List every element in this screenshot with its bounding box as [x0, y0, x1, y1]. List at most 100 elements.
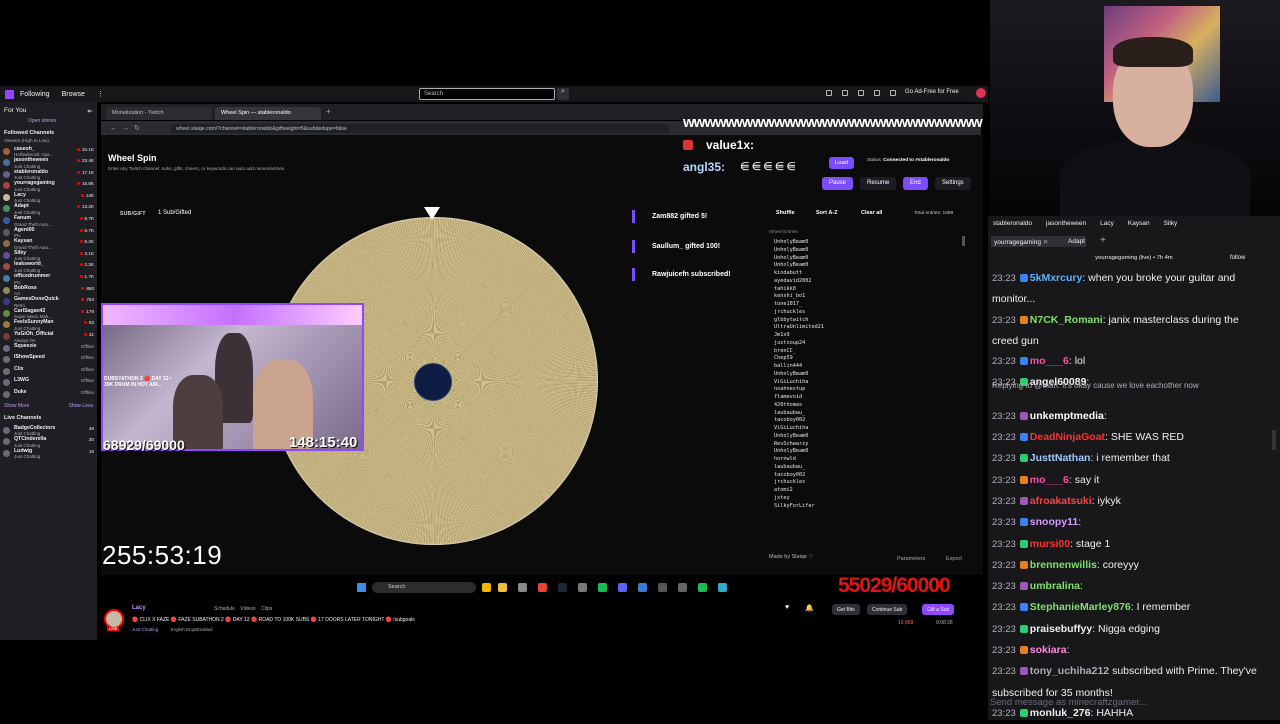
chat-channel-tab[interactable]: jasontheween	[1046, 220, 1086, 227]
sidebar-channel-offline[interactable]: Clix Offline	[0, 365, 97, 377]
chat-username[interactable]: mo___6	[1030, 355, 1069, 367]
new-tab-icon[interactable]: +	[326, 107, 331, 116]
sidebar-channel-offline[interactable]: Duke Offline	[0, 388, 97, 400]
crown-icon[interactable]	[874, 90, 880, 96]
twitch-search-input[interactable]: Search	[419, 88, 555, 100]
sidebar-live-channel[interactable]: Ludwig Just Chatting 16	[0, 447, 97, 459]
sidebar-channel-offline[interactable]: L3WG Offline	[0, 377, 97, 389]
chat-channel-tab[interactable]: Lacy	[1100, 220, 1114, 227]
videos-link[interactable]: Videos	[240, 606, 255, 612]
load-button[interactable]: Load	[829, 157, 854, 169]
search-icon[interactable]: ⌕	[557, 88, 569, 100]
chat-username[interactable]: afroakatsuki	[1030, 495, 1092, 507]
sidebar-live-channel[interactable]: QTCinderella Just Chatting 20	[0, 436, 97, 448]
chat-channel-tab[interactable]: Kaysan	[1128, 220, 1150, 227]
chat-username[interactable]: mursi00	[1030, 538, 1070, 550]
chat-username[interactable]: brennenwillis	[1030, 559, 1097, 571]
export-button[interactable]: Export	[946, 556, 962, 562]
resume-button[interactable]: Resume	[860, 177, 897, 190]
nav-browse[interactable]: Browse	[62, 91, 85, 98]
discord-icon[interactable]	[618, 583, 627, 592]
entries-scrollbar[interactable]	[962, 236, 965, 246]
more-icon[interactable]: ⋮	[97, 90, 104, 98]
sidebar-channel[interactable]: Lacy Just Chatting 14K	[0, 191, 97, 203]
browser-tab-monetization[interactable]: Monetization - Twitch	[106, 107, 212, 120]
chat-username[interactable]: tony_uchiha212	[1030, 665, 1109, 677]
sidebar-channel[interactable]: BobRoss Art 850	[0, 284, 97, 296]
open-stories[interactable]: Open stories	[0, 118, 97, 128]
collapse-icon[interactable]: ⇤	[88, 107, 93, 115]
file-explorer-icon[interactable]	[498, 583, 507, 592]
spotify-icon[interactable]	[698, 583, 707, 592]
chat-username[interactable]: snoopy11	[1030, 516, 1078, 528]
sort-button[interactable]: Sort A-Z	[816, 210, 838, 216]
browser-nav-icons[interactable]: ←→↻	[110, 124, 145, 132]
app-icon[interactable]	[718, 583, 727, 592]
sidebar-channel[interactable]: officedrummer IRL 1.7K	[0, 273, 97, 285]
chrome-icon[interactable]	[538, 583, 547, 592]
streamer-avatar[interactable]	[104, 609, 124, 629]
sidebar-channel[interactable]: CarlSagan42 Super Mario Mak... 179	[0, 307, 97, 319]
show-more-link[interactable]: Show More	[4, 403, 29, 409]
chat-scrollbar[interactable]	[1272, 430, 1276, 450]
settings-button[interactable]: Settings	[935, 177, 971, 190]
app-icon[interactable]	[638, 583, 647, 592]
chat-username[interactable]: sokiara	[1030, 644, 1067, 656]
clear-all-button[interactable]: Clear all	[861, 210, 882, 216]
continue-sub-button[interactable]: Continue Sub	[867, 604, 908, 615]
get-bits-button[interactable]: Get Bits	[832, 604, 860, 615]
shuffle-button[interactable]: Shuffle	[776, 210, 795, 216]
chat-channel-tab[interactable]: stableronaldo	[993, 220, 1032, 227]
chat-username[interactable]: praisebuffyy	[1030, 623, 1092, 635]
sidebar-channel[interactable]: Fanum Grand Theft Auto... 8.7K	[0, 215, 97, 227]
chat-username[interactable]: umbralina	[1030, 580, 1080, 592]
chat-tab-adapt[interactable]: Adapt	[1068, 238, 1085, 245]
streamer-name[interactable]: Lacy	[132, 605, 146, 611]
sidebar-channel[interactable]: leaksworld_ Just Chatting 2.2K	[0, 261, 97, 273]
chat-username[interactable]: DeadNinjaGoat	[1030, 431, 1105, 443]
sidebar-channel[interactable]: caseoh_ Hollowknock: Apa... 34.1K	[0, 145, 97, 157]
inbox-icon[interactable]	[842, 90, 848, 96]
chat-username[interactable]: JusttNathan	[1030, 452, 1091, 464]
nav-following[interactable]: Following	[20, 91, 50, 98]
wheel-hub[interactable]	[414, 363, 452, 401]
taskbar-app-icon[interactable]	[482, 583, 491, 592]
stream-category[interactable]: Just Chatting	[132, 627, 158, 632]
follow-button[interactable]: follow	[1230, 255, 1245, 261]
url-field[interactable]: wheel.slaiqe.com/?channel=stableronaldo&…	[170, 124, 670, 133]
sidebar-channel[interactable]: stableronaldo Just Chatting 17.1K	[0, 168, 97, 180]
sidebar-channel[interactable]: Agent00 IRL 6.7K	[0, 226, 97, 238]
chat-username[interactable]: StephanieMarley876	[1030, 601, 1131, 613]
followed-sort[interactable]: Viewers (High to Low)	[0, 138, 97, 145]
heart-icon[interactable]: ♥	[785, 604, 789, 611]
sidebar-channel-offline[interactable]: Squeezie Offline	[0, 342, 97, 354]
chat-input[interactable]: Send message as minecraftzgamer...	[988, 693, 1268, 715]
windows-start-icon[interactable]	[357, 583, 366, 592]
store-icon[interactable]	[518, 583, 527, 592]
chat-username[interactable]: 5kMxrcury	[1030, 272, 1083, 284]
sidebar-channel[interactable]: Adapt Just Chatting 13.2K	[0, 203, 97, 215]
whispers-icon[interactable]	[858, 90, 864, 96]
chat-channel-tab[interactable]: Silky	[1164, 220, 1178, 227]
schedule-link[interactable]: Schedule	[214, 606, 235, 612]
wheel-entries-textarea[interactable]: UnholyBeam0 UnholyBeam0 UnholyBeam0 UnholyB…	[774, 239, 954, 551]
app-icon[interactable]	[678, 583, 687, 592]
parameters-button[interactable]: Parameters	[897, 556, 925, 562]
add-tab-icon[interactable]: +	[1100, 235, 1106, 246]
stream-tags[interactable]: English DropsEnabled	[171, 627, 212, 632]
gift-sub-button[interactable]: Gift a Sub	[922, 604, 955, 615]
browser-tab-wheel-spin[interactable]: Wheel Spin — stableronaldo	[215, 107, 321, 120]
show-less-link[interactable]: Show Less	[69, 403, 93, 409]
sidebar-channel[interactable]: GamesDoneQuick Retro 784	[0, 296, 97, 308]
user-avatar[interactable]	[976, 88, 986, 98]
pause-button[interactable]: Pause	[822, 177, 854, 190]
sidebar-channel[interactable]: FeelsSunnyMan Just Chatting 93	[0, 319, 97, 331]
clips-link[interactable]: Clips	[261, 606, 272, 612]
chat-username[interactable]: N7CK_Romani	[1030, 314, 1103, 326]
sidebar-live-channel[interactable]: BadgeCollectors Just Chatting 48	[0, 424, 97, 436]
bell-icon[interactable]: 🔔	[805, 604, 814, 612]
sidebar-channel[interactable]: yourragegaming Just Chatting 15.6K	[0, 180, 97, 192]
notifications-icon[interactable]	[826, 90, 832, 96]
taskbar-search[interactable]: Search	[372, 582, 476, 593]
settings-icon[interactable]	[658, 583, 667, 592]
